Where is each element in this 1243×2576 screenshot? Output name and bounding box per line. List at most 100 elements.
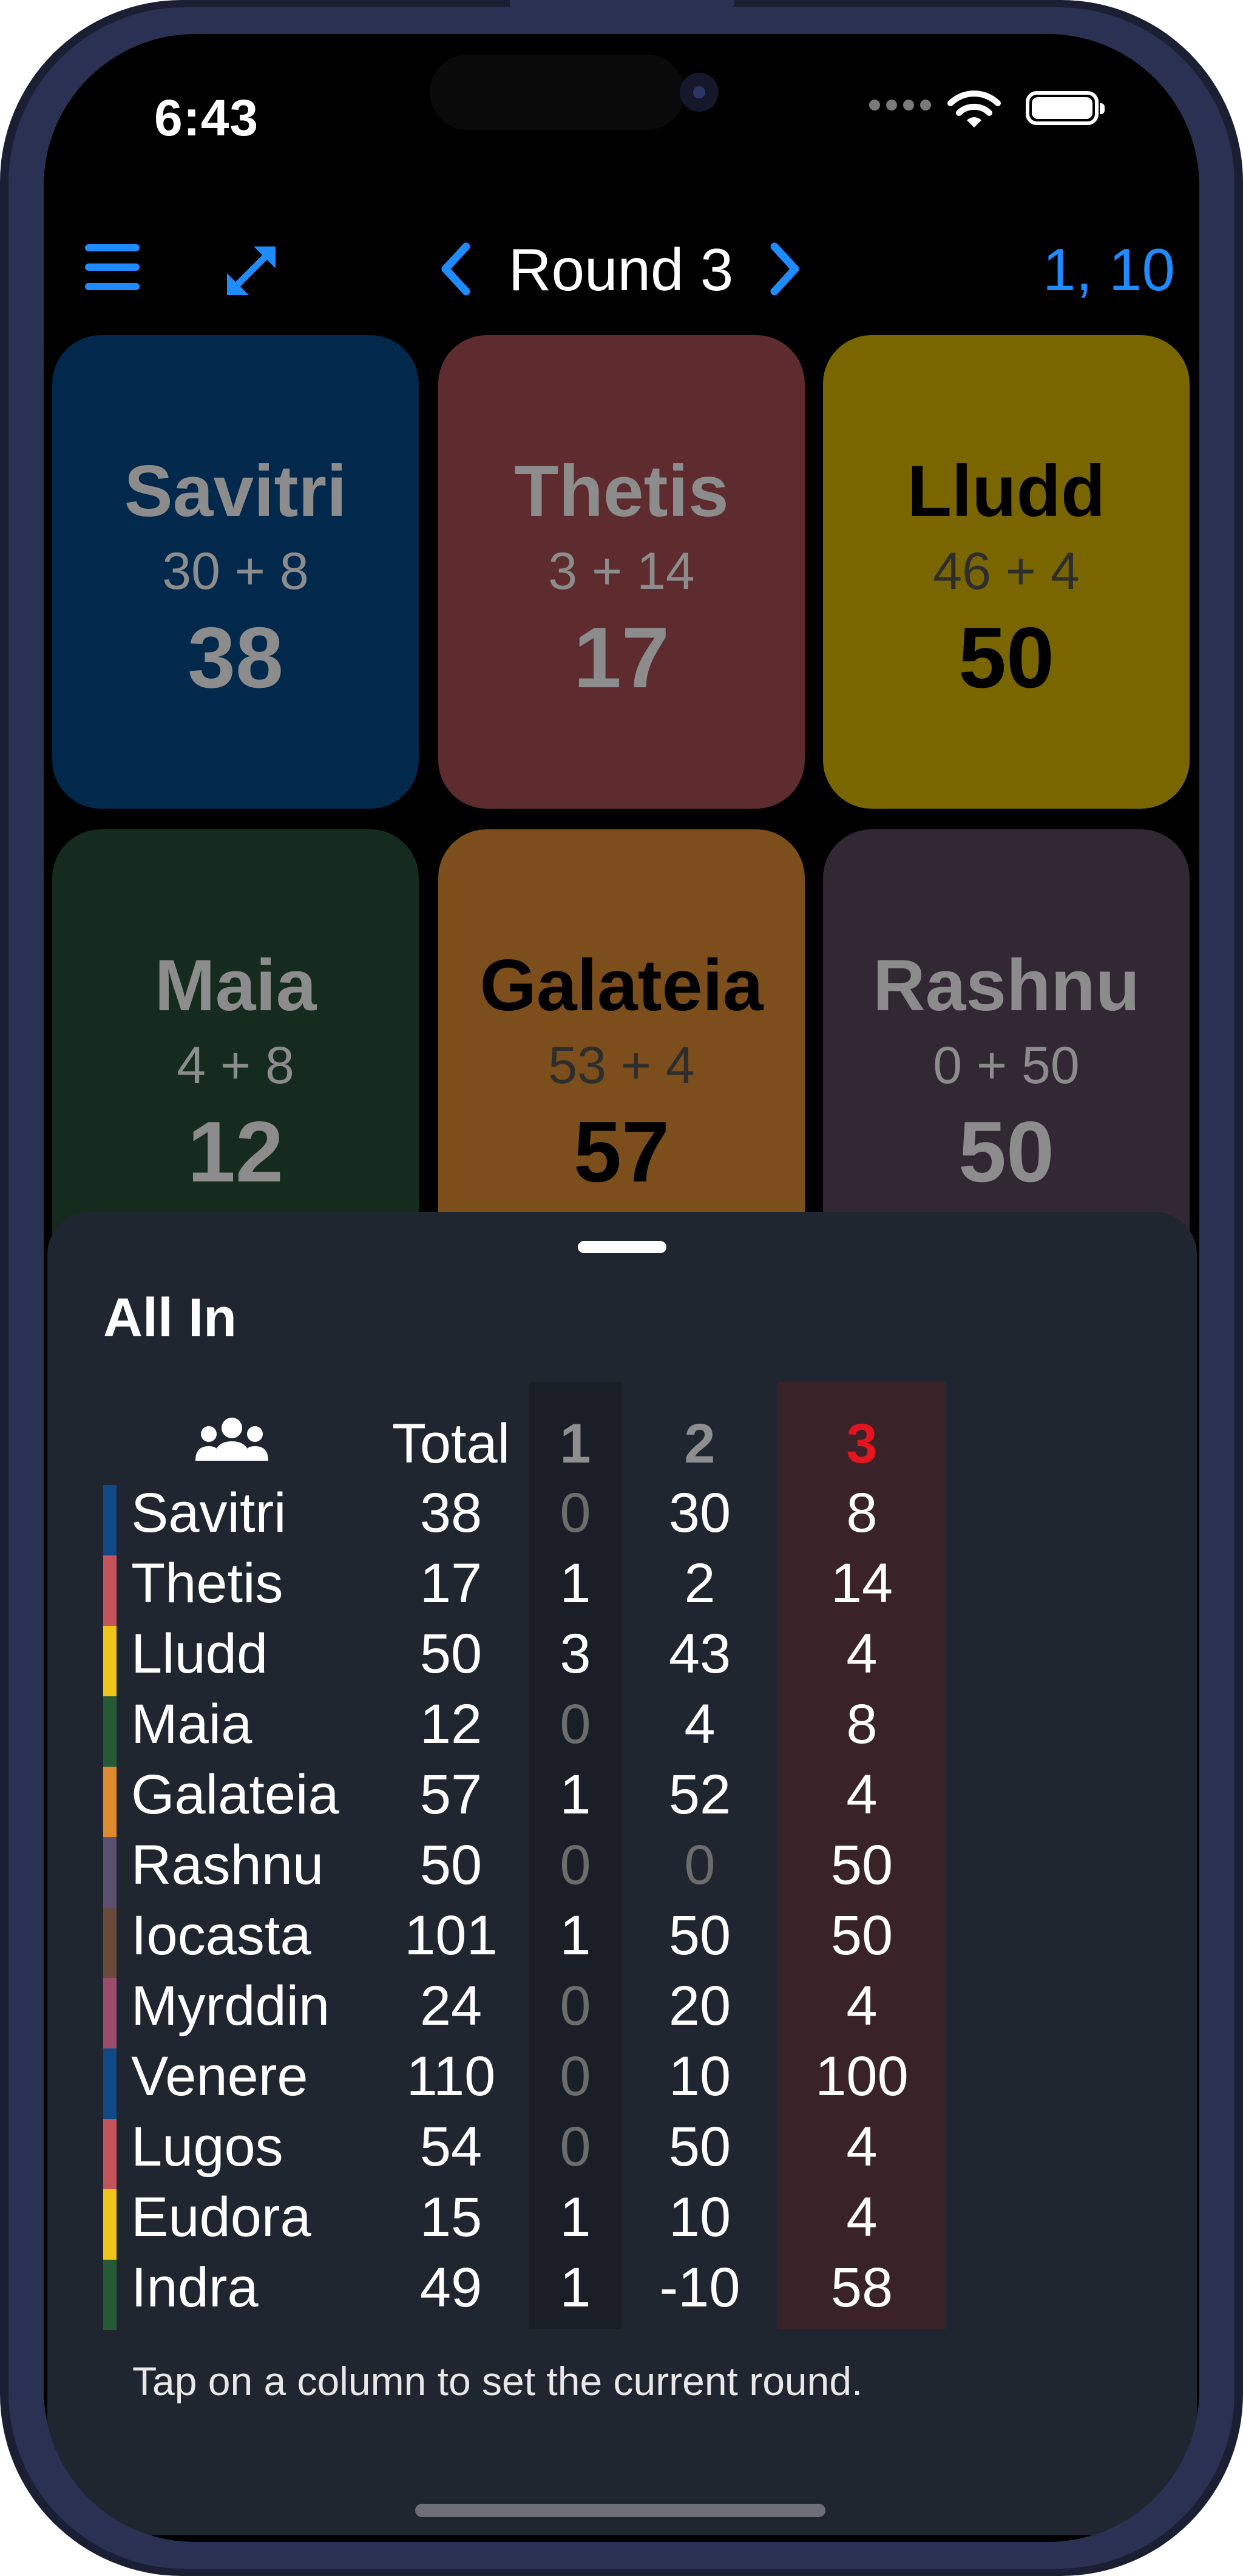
header-round-3[interactable]: 3 <box>778 1412 946 1476</box>
player-name: Lugos <box>131 2116 283 2178</box>
table-row[interactable]: Lludd 50 3 43 4 <box>47 1622 1197 1696</box>
player-name: Iocasta <box>131 1905 311 1966</box>
table-row[interactable]: Maia 12 0 4 8 <box>47 1693 1197 1767</box>
sheet-title: All In <box>103 1288 237 1348</box>
wifi-icon <box>947 90 1001 127</box>
cell-r1: 0 <box>560 2045 591 2107</box>
scoreboard-sheet: All In Total 1 2 3 Savitri 38 0 30 8 Thetis 17… <box>47 1212 1197 2535</box>
player-card-name: Galateia <box>479 945 764 1026</box>
cell-r2: 50 <box>668 1905 731 1966</box>
screen: 6:43 Round 3 1, 10 Savitri 30 + 8 38 Thetis… <box>44 34 1199 2542</box>
player-card-total: 50 <box>958 1104 1054 1200</box>
player-name: Eudora <box>131 2186 311 2248</box>
home-indicator[interactable] <box>415 2504 825 2517</box>
device-frame: 6:43 Round 3 1, 10 Savitri 30 + 8 38 Thetis… <box>0 0 1243 2576</box>
table-row[interactable]: Iocasta 101 1 50 50 <box>47 1904 1197 1978</box>
cell-r2: 0 <box>684 1834 716 1896</box>
cell-r1: 3 <box>560 1623 591 1685</box>
chevron-left-icon[interactable] <box>438 242 475 296</box>
cell-r1: 0 <box>560 1834 591 1896</box>
player-card-name: Savitri <box>124 450 347 532</box>
cell-r2: 2 <box>684 1552 716 1614</box>
table-row[interactable]: Myrddin 24 0 20 4 <box>47 1974 1197 2048</box>
cell-r3: 50 <box>830 1905 893 1966</box>
player-card[interactable]: Thetis 3 + 14 17 <box>438 335 805 809</box>
cell-r3: 4 <box>846 1764 878 1826</box>
player-name: Maia <box>131 1693 252 1755</box>
cell-r1: 0 <box>560 2116 591 2178</box>
cell-r3: 4 <box>846 2186 878 2248</box>
player-name: Thetis <box>131 1552 283 1614</box>
expand-arrows-icon[interactable] <box>222 242 280 300</box>
player-name: Myrddin <box>131 1975 330 2037</box>
cell-r2: 50 <box>668 2116 731 2178</box>
player-card-calc: 53 + 4 <box>548 1036 695 1095</box>
cell-r3: 8 <box>846 1693 878 1755</box>
cell-r2: -10 <box>659 2257 740 2319</box>
cell-r2: 20 <box>668 1975 731 2037</box>
cell-r3: 14 <box>830 1552 893 1614</box>
cell-total: 49 <box>419 2257 483 2319</box>
player-card[interactable]: Lludd 46 + 4 50 <box>823 335 1190 809</box>
cell-total: 17 <box>419 1552 483 1614</box>
group-icon <box>195 1418 268 1461</box>
chevron-right-icon[interactable] <box>766 242 802 296</box>
battery-icon <box>1026 91 1105 125</box>
player-color-bar <box>103 1837 117 1908</box>
header-round-2[interactable]: 2 <box>623 1412 777 1476</box>
table-row[interactable]: Rashnu 50 0 0 50 <box>47 1833 1197 1908</box>
round-title[interactable]: Round 3 <box>473 236 768 304</box>
player-card-calc: 3 + 14 <box>548 542 695 600</box>
table-row[interactable]: Eudora 15 1 10 4 <box>47 2186 1197 2260</box>
cell-r2: 10 <box>668 2186 731 2248</box>
cell-r3: 100 <box>815 2045 909 2107</box>
player-card[interactable]: Savitri 30 + 8 38 <box>52 335 419 809</box>
player-card-total: 38 <box>188 610 283 706</box>
dynamic-island <box>430 55 685 130</box>
player-color-bar <box>103 2119 117 2189</box>
cell-total: 50 <box>419 1623 483 1685</box>
player-color-bar <box>103 2260 117 2330</box>
cell-r1: 1 <box>560 1905 591 1966</box>
cell-r1: 1 <box>560 1552 591 1614</box>
hint-text: Tap on a column to set the current round… <box>132 2359 863 2404</box>
table-row[interactable]: Thetis 17 1 2 14 <box>47 1552 1197 1626</box>
device-top-button <box>510 0 734 8</box>
sheet-grabber[interactable] <box>578 1241 666 1253</box>
player-card-name: Thetis <box>514 450 729 532</box>
hamburger-icon[interactable] <box>85 244 140 290</box>
player-color-bar <box>103 1626 117 1696</box>
player-color-bar <box>103 2189 117 2260</box>
player-card-calc: 0 + 50 <box>933 1036 1080 1095</box>
player-name: Indra <box>131 2257 259 2319</box>
cell-total: 15 <box>419 2186 483 2248</box>
player-color-bar <box>103 1908 117 1978</box>
player-color-bar <box>103 2048 117 2119</box>
header-round-1[interactable]: 1 <box>529 1412 622 1476</box>
cell-r1: 0 <box>560 1482 591 1544</box>
cell-total: 38 <box>419 1482 483 1544</box>
round-range-button[interactable]: 1, 10 <box>995 236 1175 304</box>
cell-r2: 4 <box>684 1693 716 1755</box>
player-card-name: Maia <box>154 945 317 1026</box>
table-row[interactable]: Venere 110 0 10 100 <box>47 2045 1197 2119</box>
cell-r3: 58 <box>830 2257 893 2319</box>
player-card-calc: 30 + 8 <box>162 542 309 600</box>
table-row[interactable]: Indra 49 1 -10 58 <box>47 2256 1197 2330</box>
player-name: Lludd <box>131 1623 268 1685</box>
player-color-bar <box>103 1767 117 1837</box>
player-color-bar <box>103 1978 117 2048</box>
cell-r2: 30 <box>668 1482 731 1544</box>
table-row[interactable]: Lugos 54 0 50 4 <box>47 2115 1197 2189</box>
cellular-signal-icon <box>869 100 931 110</box>
table-row[interactable]: Galateia 57 1 52 4 <box>47 1763 1197 1837</box>
table-row[interactable]: Savitri 38 0 30 8 <box>47 1481 1197 1555</box>
camera-icon <box>680 73 719 112</box>
cell-r1: 1 <box>560 1764 591 1826</box>
cell-r1: 0 <box>560 1975 591 2037</box>
cell-total: 54 <box>419 2116 483 2178</box>
player-name: Venere <box>131 2045 308 2107</box>
player-card-total: 57 <box>574 1104 669 1200</box>
cell-r2: 10 <box>668 2045 731 2107</box>
cell-r2: 43 <box>668 1623 731 1685</box>
